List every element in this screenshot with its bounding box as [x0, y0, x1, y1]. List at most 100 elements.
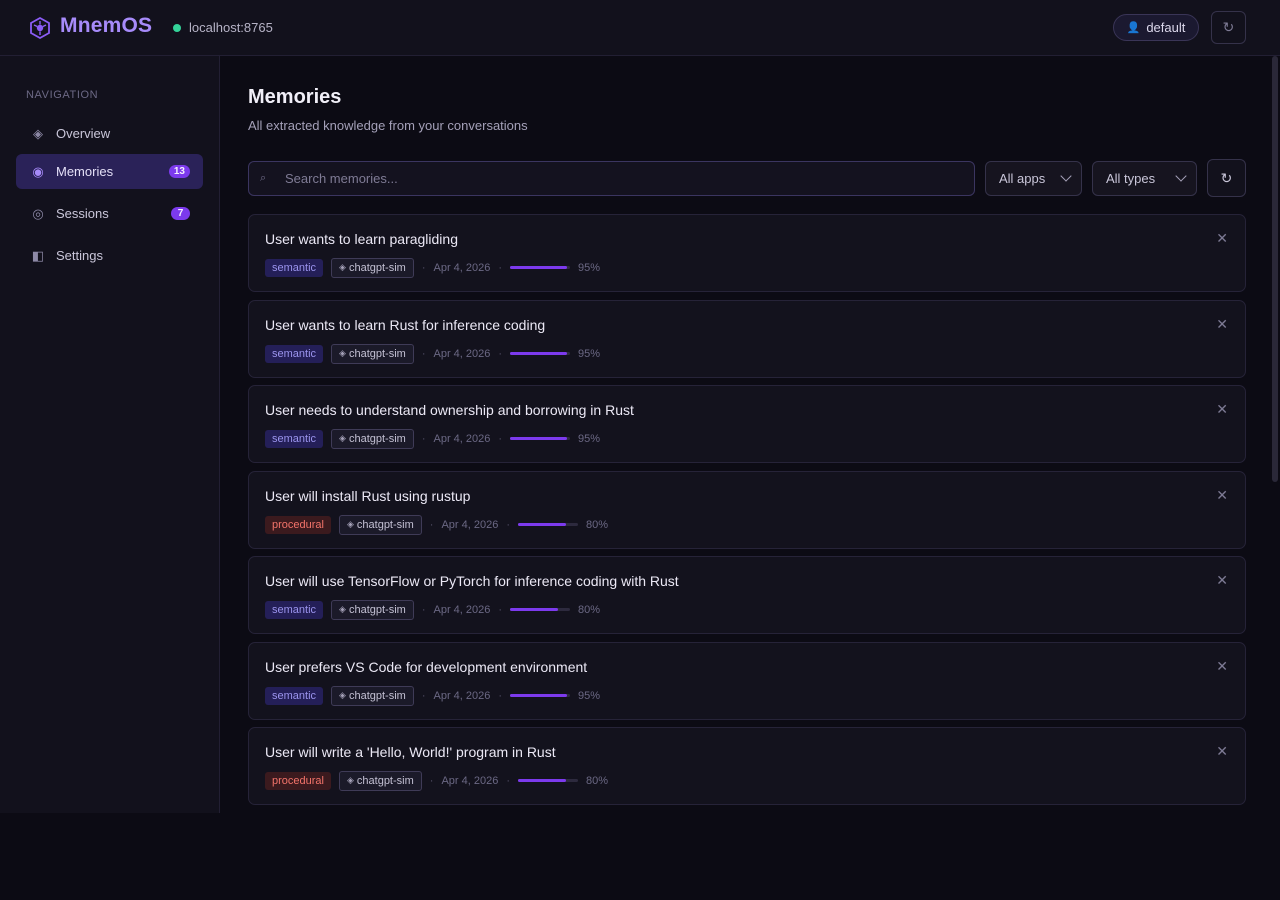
meta-separator: ·	[506, 774, 510, 787]
meta-separator: ·	[421, 432, 426, 445]
confidence-bar	[517, 779, 578, 782]
sidebar-item-label: Overview	[56, 126, 111, 141]
confidence-bar-fill	[510, 352, 568, 355]
memory-app-label: chatgpt-sim	[348, 689, 406, 702]
delete-memory-button[interactable]: ✕	[1216, 743, 1228, 760]
memory-title: User prefers VS Code for development env…	[265, 659, 588, 675]
close-icon: ✕	[1216, 743, 1228, 759]
memory-app-label: chatgpt-sim	[348, 261, 406, 274]
app-icon: ◈	[346, 775, 354, 785]
user-name: default	[1146, 20, 1186, 35]
count-badge: 7	[171, 207, 190, 220]
delete-memory-button[interactable]: ✕	[1216, 316, 1228, 333]
chevron-down-icon	[1175, 170, 1187, 182]
user-icon: 👤	[1126, 22, 1141, 34]
user-selector-button[interactable]: 👤 default	[1113, 14, 1199, 41]
memory-date: Apr 4, 2026	[441, 518, 499, 531]
memory-meta: procedural ◈ chatgpt-sim · Apr 4, 2026 · 80%	[265, 514, 608, 535]
chevron-down-icon	[1060, 170, 1072, 182]
memory-card[interactable]: User will use TensorFlow or PyTorch for …	[248, 556, 1246, 634]
logo-icon	[30, 16, 50, 40]
search-input[interactable]	[285, 162, 965, 195]
scrollbar-thumb[interactable]	[1272, 56, 1278, 482]
memory-title: User will use TensorFlow or PyTorch for …	[265, 573, 679, 589]
memory-app-label: chatgpt-sim	[348, 347, 406, 360]
memory-title: User wants to learn paragliding	[265, 231, 458, 247]
close-icon: ✕	[1216, 316, 1228, 332]
memory-app-label: chatgpt-sim	[356, 518, 414, 531]
memory-card[interactable]: User needs to understand ownership and b…	[248, 385, 1246, 463]
meta-separator: ·	[421, 603, 426, 616]
memory-app-label: chatgpt-sim	[348, 432, 406, 445]
confidence-bar-fill	[510, 437, 568, 440]
nav-section-title: NAVIGATION	[26, 89, 99, 101]
connection-status-dot	[173, 24, 181, 32]
memory-type-badge: semantic	[265, 600, 324, 619]
memory-card[interactable]: User will install Rust using rustup ✕ proc…	[248, 471, 1246, 549]
delete-memory-button[interactable]: ✕	[1216, 230, 1228, 247]
memory-date: Apr 4, 2026	[433, 347, 491, 360]
close-icon: ✕	[1216, 572, 1228, 588]
memory-card[interactable]: User wants to learn Rust for inference c…	[248, 300, 1246, 378]
memory-meta: procedural ◈ chatgpt-sim · Apr 4, 2026 · 80%	[265, 770, 608, 791]
header-refresh-button[interactable]: ↻	[1211, 11, 1246, 44]
close-icon: ✕	[1216, 487, 1228, 503]
confidence-bar-fill	[517, 523, 566, 526]
confidence-label: 95%	[578, 347, 601, 360]
sidebar: NAVIGATION ◈ Overview ◉ Memories 13 ◎ Sessions…	[0, 56, 220, 813]
meta-separator: ·	[429, 518, 434, 531]
memory-date: Apr 4, 2026	[433, 432, 491, 445]
types-filter-select[interactable]: All types	[1092, 161, 1197, 196]
search-icon: ⌕	[260, 172, 267, 184]
memory-meta: semantic ◈ chatgpt-sim · Apr 4, 2026 · 95%	[265, 257, 600, 278]
apps-filter-select[interactable]: All apps	[985, 161, 1082, 196]
confidence-label: 80%	[585, 774, 609, 787]
memory-date: Apr 4, 2026	[441, 774, 499, 787]
delete-memory-button[interactable]: ✕	[1216, 572, 1228, 589]
connection-address: localhost:8765	[189, 20, 273, 35]
confidence-bar-fill	[510, 608, 559, 611]
memory-card[interactable]: User will write a 'Hello, World!' progra…	[248, 727, 1246, 805]
sidebar-item-label: Memories	[56, 164, 114, 179]
memory-app-badge: ◈ chatgpt-sim	[331, 599, 414, 620]
memory-meta: semantic ◈ chatgpt-sim · Apr 4, 2026 · 95%	[265, 428, 600, 449]
sidebar-item-label: Settings	[56, 248, 103, 263]
memory-title: User will install Rust using rustup	[265, 488, 471, 504]
settings-icon: ◧	[31, 247, 45, 263]
memory-type-badge: procedural	[265, 515, 331, 534]
memory-type-badge: semantic	[265, 429, 324, 448]
memory-app-badge: ◈ chatgpt-sim	[331, 428, 414, 449]
confidence-bar	[510, 608, 571, 611]
memory-card[interactable]: User wants to learn paragliding ✕ semantic…	[248, 214, 1246, 292]
sidebar-item-settings[interactable]: ◧ Settings	[16, 238, 203, 273]
memory-type-badge: semantic	[265, 258, 324, 277]
confidence-bar	[517, 523, 578, 526]
memories-refresh-button[interactable]: ↻	[1207, 159, 1246, 197]
delete-memory-button[interactable]: ✕	[1216, 487, 1228, 504]
sidebar-item-overview[interactable]: ◈ Overview	[16, 116, 203, 151]
memory-date: Apr 4, 2026	[433, 689, 491, 702]
app-name: MnemOS	[60, 14, 153, 37]
sidebar-item-memories[interactable]: ◉ Memories 13	[16, 154, 203, 189]
meta-separator: ·	[421, 347, 426, 360]
app-icon: ◈	[339, 433, 346, 443]
close-icon: ✕	[1216, 230, 1228, 246]
memory-type-badge: semantic	[265, 686, 324, 705]
memory-app-label: chatgpt-sim	[356, 774, 414, 787]
sidebar-item-sessions[interactable]: ◎ Sessions 7	[16, 196, 203, 231]
meta-separator: ·	[498, 347, 503, 360]
memory-app-badge: ◈ chatgpt-sim	[338, 514, 422, 535]
memory-meta: semantic ◈ chatgpt-sim · Apr 4, 2026 · 80%	[265, 599, 600, 620]
types-filter-label: All types	[1106, 171, 1156, 186]
meta-separator: ·	[498, 603, 503, 616]
meta-separator: ·	[421, 261, 426, 274]
memory-date: Apr 4, 2026	[433, 261, 491, 274]
memory-date: Apr 4, 2026	[433, 603, 491, 616]
app-icon: ◈	[339, 262, 346, 272]
memory-card[interactable]: User prefers VS Code for development env…	[248, 642, 1246, 720]
delete-memory-button[interactable]: ✕	[1216, 658, 1228, 675]
sessions-icon: ◎	[32, 205, 44, 221]
search-box: ⌕	[248, 161, 975, 196]
delete-memory-button[interactable]: ✕	[1216, 401, 1228, 418]
app-icon: ◈	[339, 690, 346, 700]
